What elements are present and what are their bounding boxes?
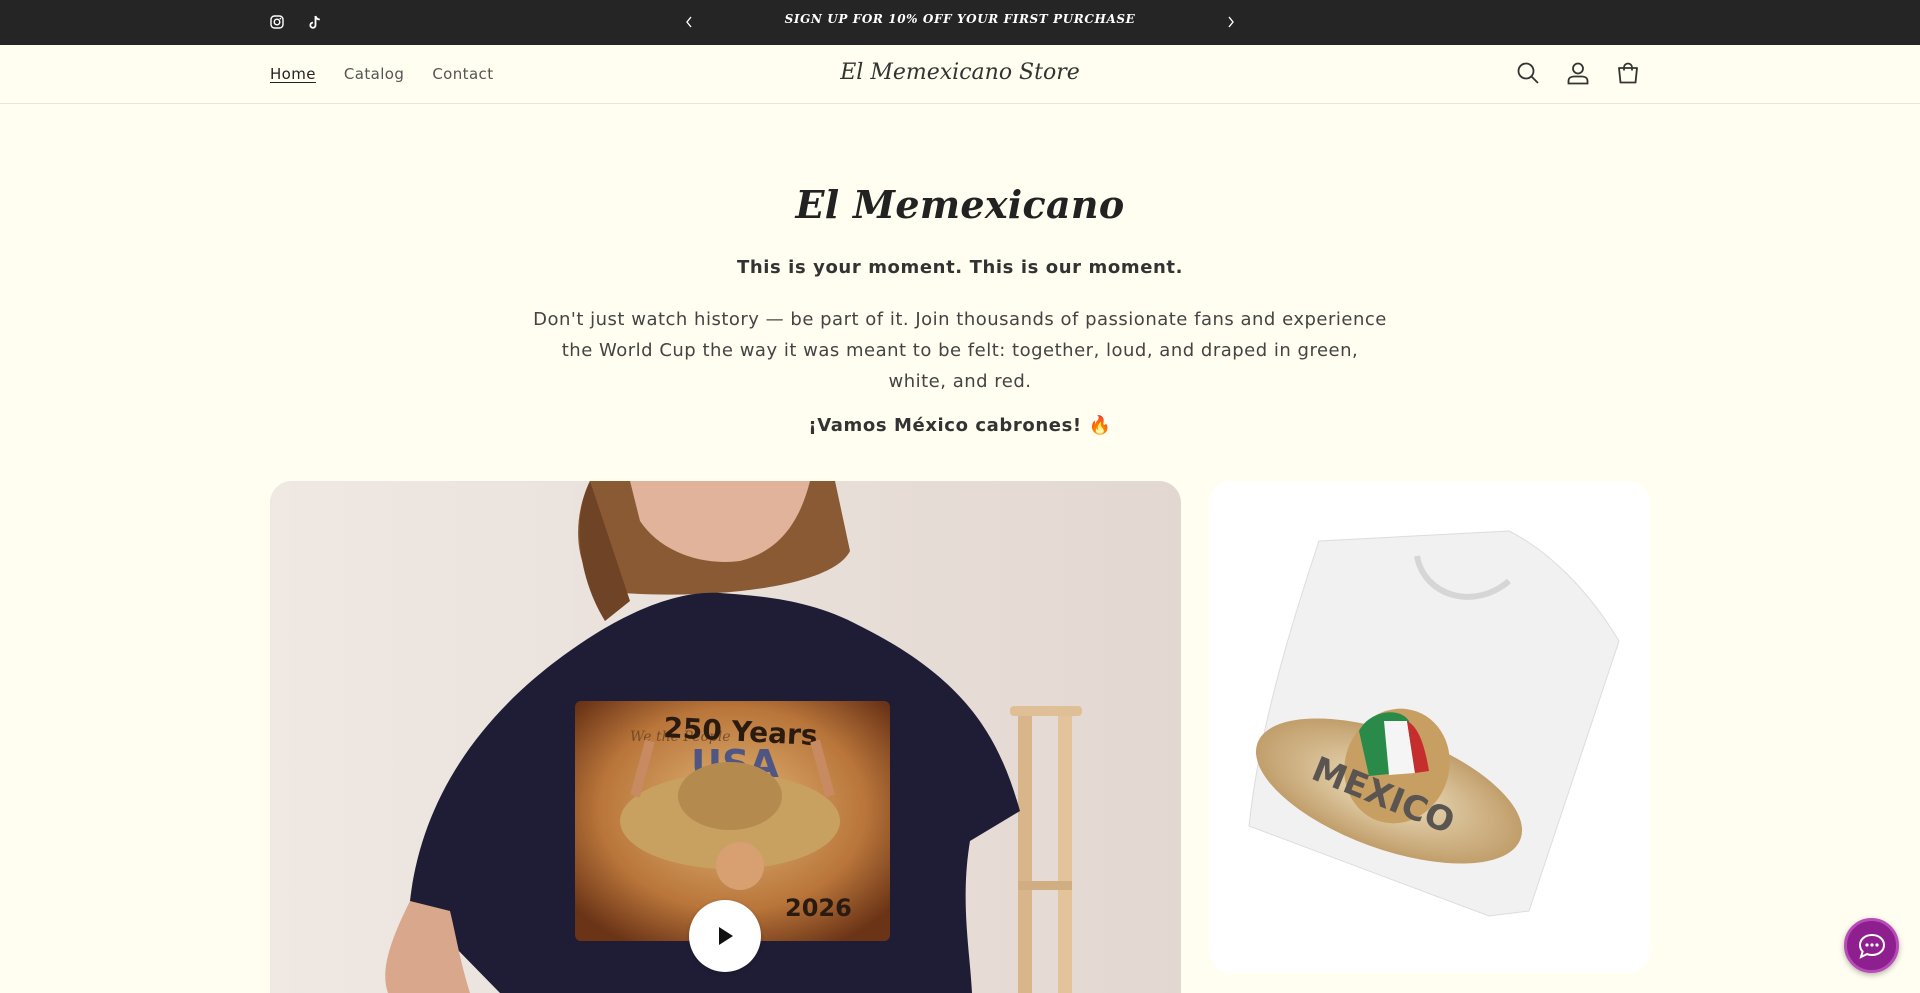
instagram-icon[interactable]: [267, 12, 287, 32]
store-logo[interactable]: El Memexicano Store: [760, 60, 1160, 85]
announcement-message: SIGN UP FOR 10% OFF YOUR FIRST PURCHASE: [784, 12, 1136, 26]
nav-catalog[interactable]: Catalog: [344, 65, 404, 83]
hero-subtitle: This is your moment. This is our moment.: [736, 257, 1184, 278]
announcement-next-button[interactable]: [1221, 12, 1241, 32]
header-actions: [1514, 59, 1642, 87]
announcement-prev-button[interactable]: [679, 12, 699, 32]
chat-icon: [1858, 933, 1885, 959]
folded-tshirt-sombrero-image: MEXICO: [1248, 530, 1620, 917]
account-icon[interactable]: [1564, 59, 1592, 87]
product-card-image[interactable]: MEXICO: [1209, 481, 1650, 973]
chevron-left-icon: [686, 16, 692, 28]
play-button[interactable]: [689, 900, 761, 972]
shirt-print-year: 2026: [785, 894, 852, 922]
chat-button[interactable]: [1844, 918, 1899, 973]
nav-contact[interactable]: Contact: [432, 65, 493, 83]
social-links: [267, 12, 325, 32]
announcement-bar: SIGN UP FOR 10% OFF YOUR FIRST PURCHASE: [0, 0, 1920, 45]
site-header: Home Catalog Contact El Memexicano Store: [0, 45, 1920, 104]
cart-icon[interactable]: [1614, 59, 1642, 87]
hero-video[interactable]: We the People 250 Years USA 2026: [270, 481, 1181, 993]
tiktok-icon[interactable]: [305, 12, 325, 32]
main-nav: Home Catalog Contact: [270, 65, 493, 83]
play-icon: [719, 927, 733, 945]
hero-section: El Memexicano This is your moment. This …: [0, 104, 1920, 436]
hero-description: Don't just watch history — be part of it…: [533, 309, 1387, 392]
nav-home[interactable]: Home: [270, 65, 316, 83]
hero-cta-text: ¡Vamos México cabrones! 🔥: [808, 415, 1112, 436]
search-icon[interactable]: [1514, 59, 1542, 87]
hero-title: El Memexicano: [795, 182, 1125, 227]
chevron-right-icon: [1228, 16, 1234, 28]
